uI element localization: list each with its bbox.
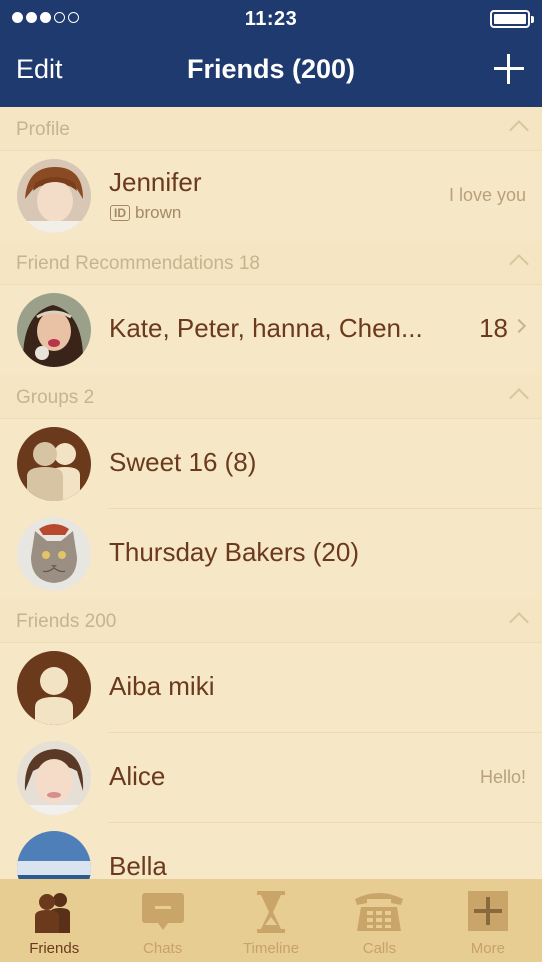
avatar (17, 831, 91, 879)
avatar (17, 293, 91, 367)
chevron-up-icon[interactable] (509, 120, 529, 140)
tab-label: More (470, 940, 505, 957)
top-bar: 11:23 Edit Friends (200) (0, 0, 542, 107)
tab-calls[interactable]: Calls (325, 879, 433, 962)
section-header-friends[interactable]: Friends 200 (0, 599, 542, 643)
profile-name: Jennifer (109, 167, 202, 197)
chevron-up-icon[interactable] (509, 254, 529, 274)
hourglass-icon (257, 891, 286, 933)
phone-icon (355, 893, 404, 931)
friend-name: Aiba miki (109, 671, 215, 701)
tab-label: Timeline (242, 940, 300, 957)
friend-name: Bella (109, 851, 167, 879)
status-time: 11:23 (244, 8, 298, 30)
section-label: Friends 200 (16, 611, 117, 632)
tab-chats[interactable]: Chats (108, 879, 216, 962)
tab-label: Chats (143, 940, 183, 957)
battery-icon (490, 10, 534, 28)
chevron-right-icon (511, 318, 527, 334)
section-header-groups[interactable]: Groups 2 (0, 375, 542, 419)
profile-status-message: I love you (448, 185, 526, 205)
plus-box-icon (467, 891, 508, 931)
status-bar: 11:23 (0, 6, 542, 30)
add-friend-button[interactable] (492, 52, 526, 86)
recommendation-count: 18 (479, 313, 508, 343)
section-label: Profile (16, 119, 70, 140)
tab-label: Friends (29, 940, 80, 957)
section-header-recommendations[interactable]: Friend Recommendations 18 (0, 241, 542, 285)
section-label: Friend Recommendations 18 (16, 253, 260, 274)
friend-name: Alice (109, 761, 166, 791)
avatar (17, 159, 91, 233)
group-row[interactable]: Sweet 16 (8) (0, 419, 542, 509)
page-title: Friends (200) (186, 54, 356, 84)
tab-more[interactable]: More (434, 879, 542, 962)
friend-row[interactable]: Bella (0, 823, 542, 879)
group-row[interactable]: Thursday Bakers (20) (0, 509, 542, 599)
default-avatar-icon (17, 651, 91, 725)
navigation-bar: Edit Friends (200) (0, 42, 542, 102)
profile-id: ID brown (110, 203, 181, 223)
chat-bubble-icon (141, 893, 184, 930)
group-name: Sweet 16 (8) (109, 447, 257, 477)
friends-list[interactable]: Profile Jennifer ID brown I love you Fri… (0, 107, 542, 879)
tab-label: Calls (362, 940, 397, 957)
profile-row[interactable]: Jennifer ID brown I love you (0, 151, 542, 241)
section-header-profile[interactable]: Profile (0, 107, 542, 151)
section-label: Groups 2 (16, 387, 95, 408)
id-badge-icon: ID (110, 205, 130, 221)
friends-icon (35, 893, 71, 933)
chevron-up-icon[interactable] (509, 388, 529, 408)
friend-status-message: Hello! (479, 767, 526, 787)
friend-row[interactable]: Aiba miki (0, 643, 542, 733)
friend-row[interactable]: Alice Hello! (0, 733, 542, 823)
recommendation-names: Kate, Peter, hanna, Chen... (109, 313, 423, 343)
tab-bar: Friends Chats Timeline Calls More (0, 879, 542, 962)
tab-friends[interactable]: Friends (0, 879, 108, 962)
chevron-up-icon[interactable] (509, 612, 529, 632)
tab-timeline[interactable]: Timeline (217, 879, 325, 962)
avatar (17, 517, 91, 591)
avatar (17, 741, 91, 815)
group-name: Thursday Bakers (20) (109, 537, 359, 567)
profile-id-value: brown (135, 203, 182, 222)
recommendations-row[interactable]: Kate, Peter, hanna, Chen... 18 (0, 285, 542, 375)
group-avatar-icon (17, 427, 91, 501)
